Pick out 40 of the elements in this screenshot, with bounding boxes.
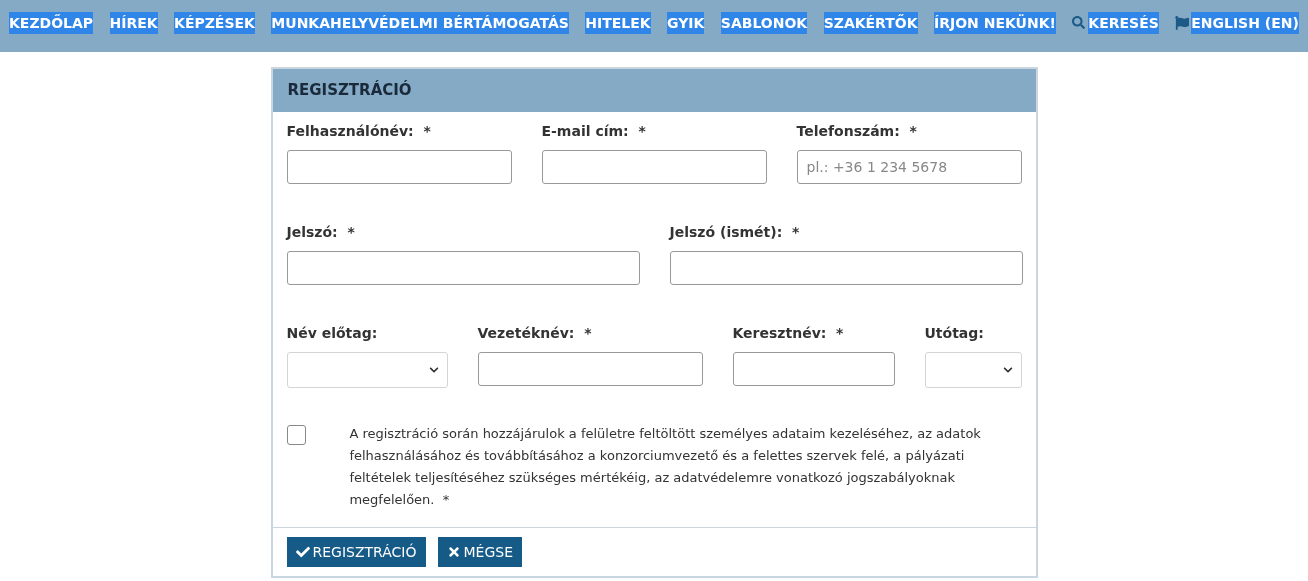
nav-link[interactable]: SABLONOK [720, 11, 808, 34]
field-label: Vezetéknév: * [477, 324, 593, 343]
nav-link[interactable]: ENGLISH (EN) [1191, 11, 1299, 34]
submit-button[interactable]: REGISZTRÁCIÓ [286, 537, 426, 567]
nav-link[interactable]: GYIK [667, 11, 705, 34]
field-label: Telefonszám: * [796, 122, 918, 141]
nav-link[interactable]: KERESÉS [1088, 11, 1159, 34]
field-label: Utótag: [924, 324, 985, 343]
nav-link[interactable]: ÍRJON NEKÜNK! [934, 11, 1056, 34]
field-label: Felhasználónév: * [286, 122, 432, 141]
input-field[interactable] [286, 150, 512, 184]
input-field[interactable]: pl.: +36 1 234 5678 [796, 150, 1022, 184]
input-field[interactable] [477, 352, 703, 386]
field-label: E-mail cím: * [541, 122, 647, 141]
card-title: REGISZTRÁCIÓ [287, 79, 412, 102]
chevron-down-icon [428, 365, 439, 375]
cancel-button[interactable]: MÉGSE [437, 537, 522, 567]
field-label: Jelszó: * [286, 223, 356, 242]
input-field[interactable] [286, 251, 640, 285]
consent-text: A regisztráció során hozzájárulok a felületre feltöltött személyes adataim kezeléséhez, az adatok felhasználásához és továbbításához a konzorciumvezető és a felettes szervek felé, a pályázati feltételek teljesítéséhez szükséges mértékéig, az adatvédelemre vonatkozó jogszabályoknak megfelelően. * [349, 425, 982, 509]
consent-checkbox[interactable] [286, 425, 307, 445]
field-label: Keresztnév: * [732, 324, 845, 343]
nav-link[interactable]: HÍREK [109, 11, 158, 34]
nav-link[interactable]: SZAKÉRTŐK [823, 11, 918, 34]
nav-link[interactable]: HITELEK [585, 11, 651, 34]
field-label: Jelszó (ismét): * [669, 223, 801, 242]
check-icon [295, 545, 310, 559]
field-label: Név előtag: [286, 324, 379, 343]
chevron-down-icon [1002, 365, 1013, 375]
nav-link[interactable]: KÉPZÉSEK [174, 11, 255, 34]
flag-icon [1175, 15, 1190, 30]
select-field[interactable] [286, 352, 448, 388]
search-icon [1072, 16, 1086, 29]
nav-link[interactable]: MUNKAHELYVÉDELMI BÉRTÁMOGATÁS [271, 11, 569, 34]
nav-link[interactable]: KEZDŐLAP [9, 11, 94, 34]
input-field[interactable] [669, 251, 1023, 285]
select-field[interactable] [924, 352, 1022, 388]
input-field[interactable] [732, 352, 895, 386]
close-icon [446, 545, 461, 559]
input-field[interactable] [541, 150, 767, 184]
